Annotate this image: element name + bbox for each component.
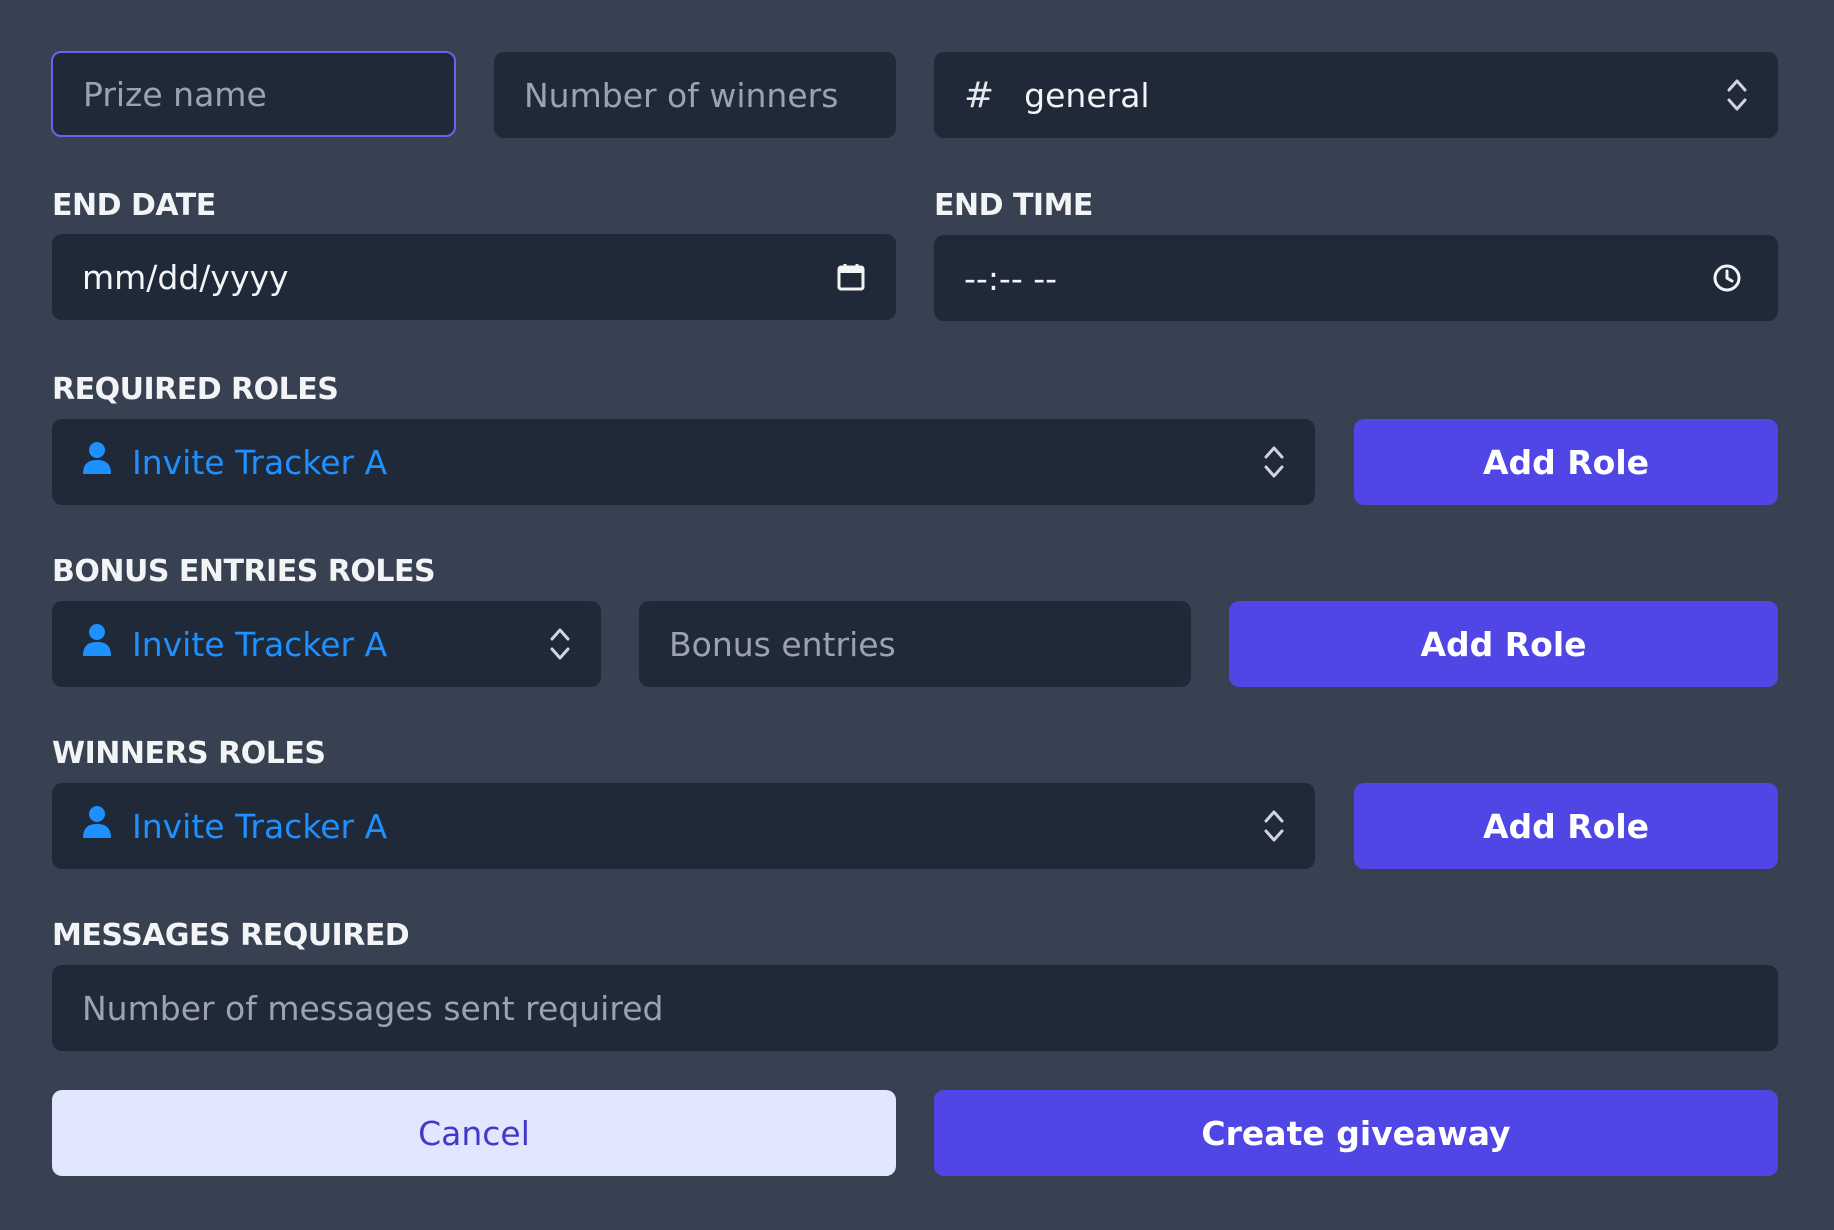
user-icon xyxy=(82,623,112,665)
winners-count-input[interactable]: Number of winners xyxy=(494,52,896,138)
bonus-role-value: Invite Tracker A xyxy=(132,624,388,664)
clock-icon[interactable] xyxy=(1712,263,1742,293)
winners-roles-label: WINNERS ROLES xyxy=(52,736,326,771)
winners-count-placeholder: Number of winners xyxy=(524,75,839,115)
winners-role-select[interactable]: Invite Tracker A xyxy=(52,783,1315,869)
messages-required-placeholder: Number of messages sent required xyxy=(82,988,664,1028)
required-roles-label: REQUIRED ROLES xyxy=(52,372,339,407)
create-giveaway-form: Prize name Number of winners # general E… xyxy=(0,0,1834,1230)
bonus-role-select[interactable]: Invite Tracker A xyxy=(52,601,601,687)
create-giveaway-button[interactable]: Create giveaway xyxy=(934,1090,1778,1176)
calendar-icon[interactable] xyxy=(836,262,866,292)
end-time-label: END TIME xyxy=(934,188,1093,223)
channel-hash-icon: # xyxy=(964,74,995,116)
cancel-button[interactable]: Cancel xyxy=(52,1090,896,1176)
add-required-role-button[interactable]: Add Role xyxy=(1354,419,1778,505)
bonus-entries-placeholder: Bonus entries xyxy=(669,624,896,664)
add-winners-role-button[interactable]: Add Role xyxy=(1354,783,1778,869)
chevron-updown-icon xyxy=(1726,76,1748,114)
bonus-entries-input[interactable]: Bonus entries xyxy=(639,601,1191,687)
required-role-value: Invite Tracker A xyxy=(132,442,388,482)
end-date-value: mm/dd/yyyy xyxy=(82,257,289,297)
user-icon xyxy=(82,441,112,483)
messages-required-label: MESSAGES REQUIRED xyxy=(52,918,410,953)
user-icon xyxy=(82,805,112,847)
end-time-input[interactable]: --:-- -- xyxy=(934,235,1778,321)
chevron-updown-icon xyxy=(549,625,571,663)
messages-required-input[interactable]: Number of messages sent required xyxy=(52,965,1778,1051)
end-date-label: END DATE xyxy=(52,188,216,223)
prize-name-placeholder: Prize name xyxy=(83,74,267,114)
chevron-updown-icon xyxy=(1263,807,1285,845)
chevron-updown-icon xyxy=(1263,443,1285,481)
end-time-value: --:-- -- xyxy=(964,258,1058,298)
required-role-select[interactable]: Invite Tracker A xyxy=(52,419,1315,505)
add-bonus-role-button[interactable]: Add Role xyxy=(1229,601,1778,687)
channel-value: general xyxy=(1024,75,1150,115)
channel-select[interactable]: # general xyxy=(934,52,1778,138)
bonus-roles-label: BONUS ENTRIES ROLES xyxy=(52,554,436,589)
end-date-input[interactable]: mm/dd/yyyy xyxy=(52,234,896,320)
winners-role-value: Invite Tracker A xyxy=(132,806,388,846)
prize-name-input[interactable]: Prize name xyxy=(51,51,456,137)
